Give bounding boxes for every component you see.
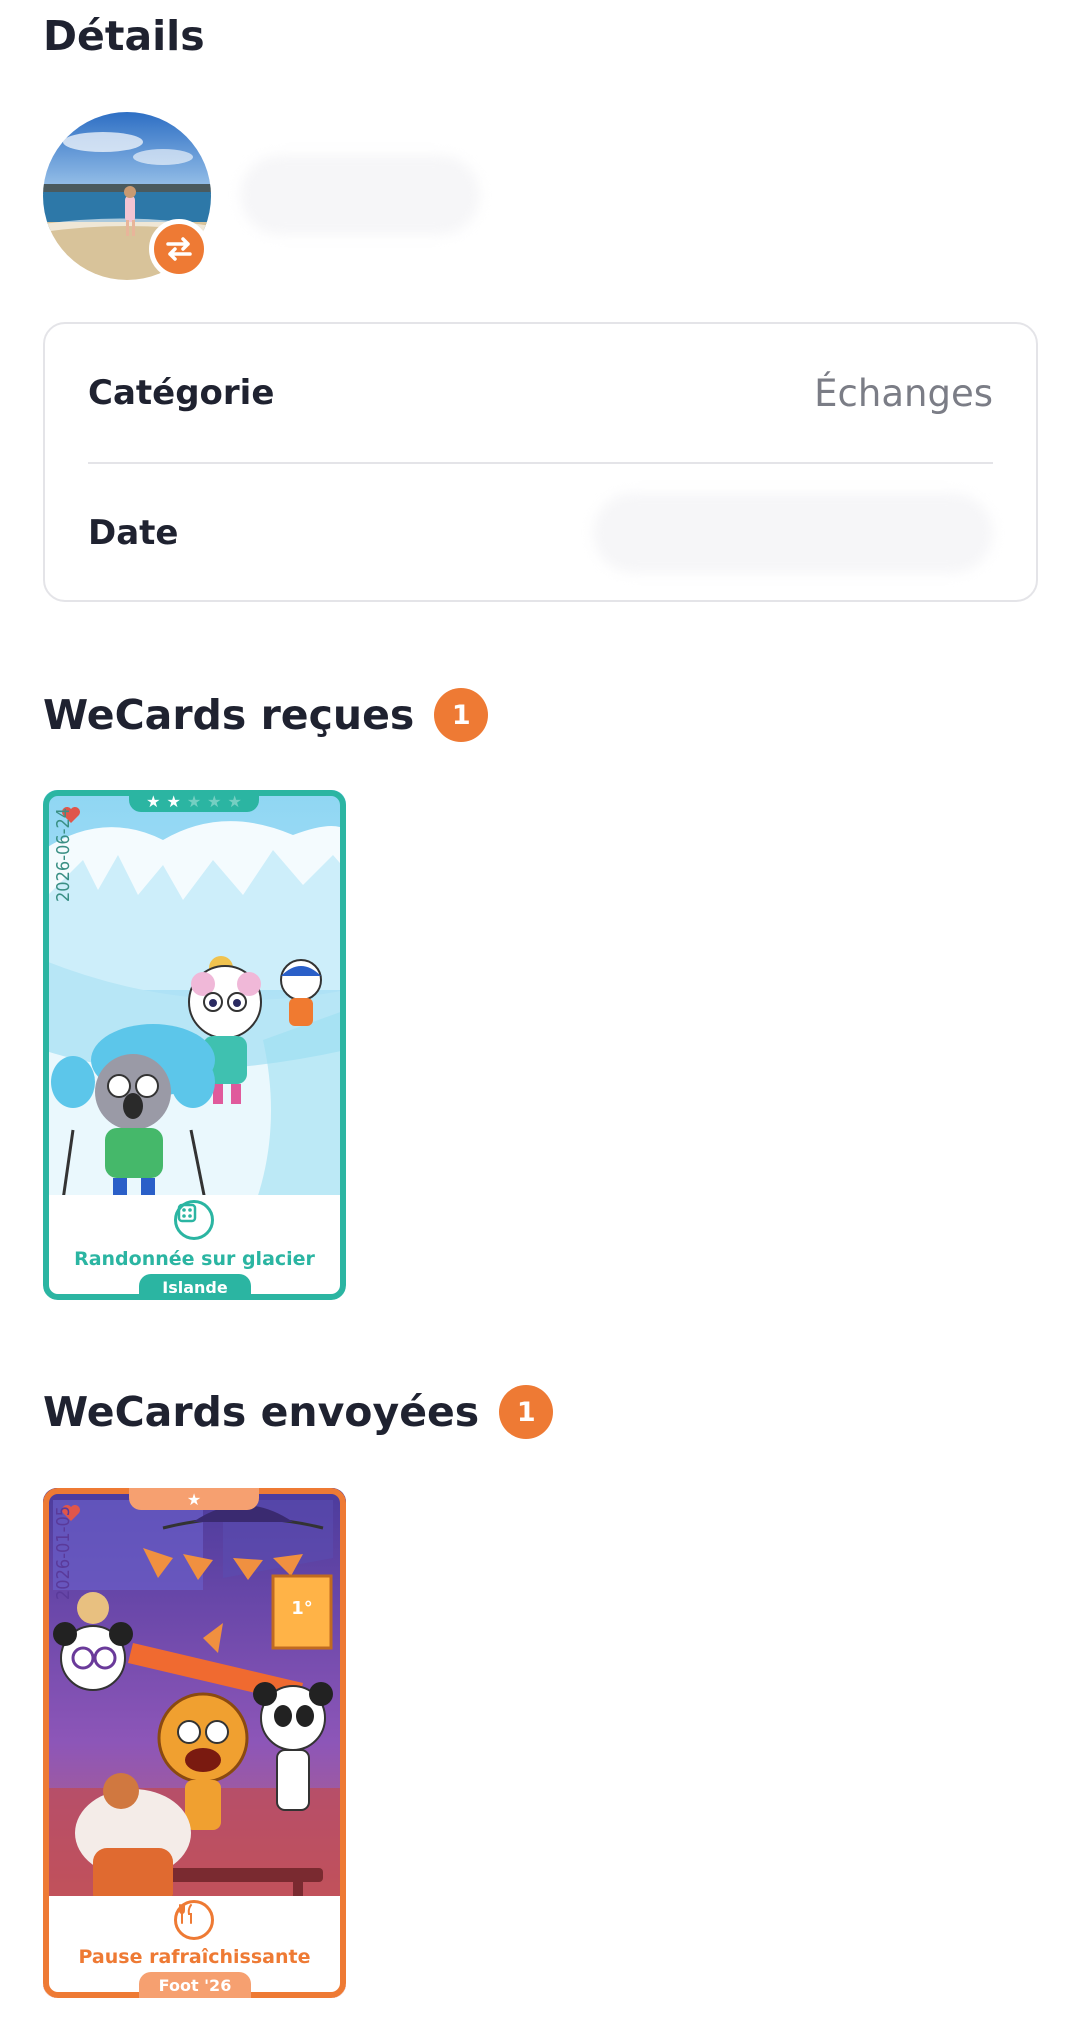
details-card: Catégorie Échanges Date xyxy=(43,322,1038,602)
card-rarity-stars: ★ ★ ★ ★ ★ xyxy=(129,790,259,812)
received-wecard[interactable]: ★ ★ ★ ★ ★ 2026-06-24 Randonnée sur glacier I… xyxy=(43,790,346,1300)
exchange-icon xyxy=(149,219,209,279)
dice-icon xyxy=(174,1200,214,1240)
user-name-redacted xyxy=(240,155,480,235)
svg-text:1°: 1° xyxy=(291,1598,313,1619)
card-name: Randonnée sur glacier xyxy=(74,1248,315,1270)
card-rarity-stars: ★ xyxy=(129,1488,259,1510)
date-label: Date xyxy=(88,513,179,553)
card-name: Pause rafraîchissante xyxy=(78,1946,311,1968)
received-title: WeCards reçues xyxy=(43,691,415,739)
sent-title: WeCards envoyées xyxy=(43,1388,480,1436)
category-value: Échanges xyxy=(814,371,993,415)
date-value-redacted xyxy=(593,493,993,573)
cutlery-icon xyxy=(174,1900,214,1940)
card-region: Foot '26 xyxy=(139,1972,251,1998)
card-region: Islande xyxy=(139,1274,251,1300)
sent-wecard[interactable]: 1° ★ 2026-01-05 Pause rafraîchissante Fo… xyxy=(43,1488,346,1998)
card-date: 2026-06-24 xyxy=(53,807,74,902)
received-section-title: WeCards reçues 1 xyxy=(43,688,489,742)
user-avatar[interactable] xyxy=(43,112,211,280)
category-label: Catégorie xyxy=(88,373,275,413)
detail-row-date: Date xyxy=(88,464,993,602)
page-title: Détails xyxy=(43,12,205,60)
received-count-badge: 1 xyxy=(434,688,489,742)
card-date: 2026-01-05 xyxy=(53,1505,74,1600)
detail-row-category: Catégorie Échanges xyxy=(88,324,993,464)
sent-count-badge: 1 xyxy=(499,1385,554,1439)
sent-section-title: WeCards envoyées 1 xyxy=(43,1385,554,1439)
